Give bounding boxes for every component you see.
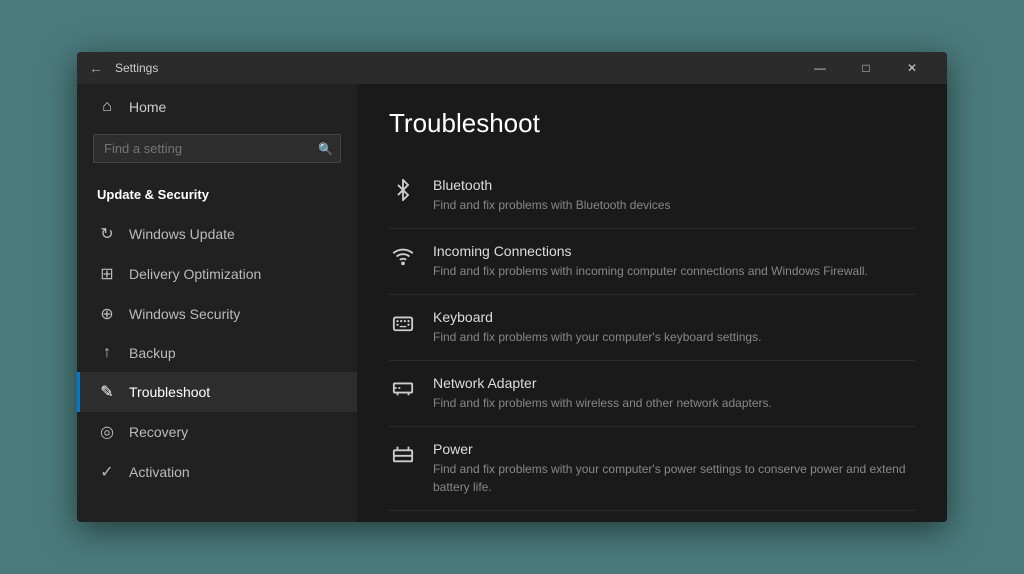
delivery-optimization-icon: ⊞ [97, 264, 117, 284]
item-name: Bluetooth [433, 177, 670, 193]
recovery-icon: ◎ [97, 422, 117, 442]
sidebar: ⌂ Home 🔍 Update & Security ↻ Windows Upd… [77, 84, 357, 522]
close-button[interactable]: ✕ [889, 52, 935, 84]
sidebar-item-label: Activation [129, 464, 190, 480]
sidebar-item-home[interactable]: ⌂ Home [77, 84, 357, 130]
sidebar-section-title: Update & Security [77, 179, 357, 214]
sidebar-item-label: Windows Security [129, 306, 240, 322]
item-desc: Find and fix problems with your computer… [433, 328, 761, 346]
titlebar: ← Settings — □ ✕ [77, 52, 947, 84]
troubleshoot-icon: ✎ [97, 382, 117, 402]
keyboard-icon [389, 311, 417, 339]
search-container: 🔍 [93, 134, 341, 163]
list-item[interactable]: Bluetooth Find and fix problems with Blu… [389, 163, 915, 229]
page-title: Troubleshoot [389, 108, 915, 139]
content-area: ⌂ Home 🔍 Update & Security ↻ Windows Upd… [77, 84, 947, 522]
sidebar-item-windows-update[interactable]: ↻ Windows Update [77, 214, 357, 254]
item-name: Incoming Connections [433, 243, 868, 259]
list-item[interactable]: Network Adapter Find and fix problems wi… [389, 361, 915, 427]
windows-update-icon: ↻ [97, 224, 117, 244]
list-item[interactable]: Power Find and fix problems with your co… [389, 427, 915, 511]
sidebar-item-activation[interactable]: ✓ Activation [77, 452, 357, 492]
bluetooth-icon [389, 179, 417, 207]
home-label: Home [129, 99, 166, 115]
troubleshoot-text: Network Adapter Find and fix problems wi… [433, 375, 772, 412]
power-icon [389, 443, 417, 471]
troubleshoot-text: Keyboard Find and fix problems with your… [433, 309, 761, 346]
minimize-button[interactable]: — [797, 52, 843, 84]
sidebar-item-windows-security[interactable]: ⊕ Windows Security [77, 294, 357, 334]
sidebar-item-troubleshoot[interactable]: ✎ Troubleshoot [77, 372, 357, 412]
item-desc: Find and fix problems with wireless and … [433, 394, 772, 412]
item-desc: Find and fix problems with Bluetooth dev… [433, 196, 670, 214]
troubleshoot-text: Power Find and fix problems with your co… [433, 441, 915, 496]
sidebar-item-label: Delivery Optimization [129, 266, 261, 282]
list-item[interactable]: Incoming Connections Find and fix proble… [389, 229, 915, 295]
back-button[interactable]: ← [89, 60, 103, 76]
list-item[interactable]: Keyboard Find and fix problems with your… [389, 295, 915, 361]
sidebar-item-label: Windows Update [129, 226, 235, 242]
sidebar-item-backup[interactable]: ↑ Backup [77, 334, 357, 372]
troubleshoot-text: Incoming Connections Find and fix proble… [433, 243, 868, 280]
list-item[interactable]: Program Compatibility Troubleshooter Fin… [389, 511, 915, 522]
item-name: Network Adapter [433, 375, 772, 391]
item-desc: Find and fix problems with incoming comp… [433, 262, 868, 280]
incoming-connections-icon [389, 245, 417, 273]
item-desc: Find and fix problems with your computer… [433, 460, 915, 496]
backup-icon: ↑ [97, 344, 117, 362]
window-controls: — □ ✕ [797, 52, 935, 84]
sidebar-item-label: Recovery [129, 424, 188, 440]
maximize-button[interactable]: □ [843, 52, 889, 84]
sidebar-item-delivery-optimization[interactable]: ⊞ Delivery Optimization [77, 254, 357, 294]
sidebar-item-label: Troubleshoot [129, 384, 210, 400]
sidebar-item-label: Backup [129, 345, 176, 361]
item-name: Keyboard [433, 309, 761, 325]
item-name: Power [433, 441, 915, 457]
sidebar-item-recovery[interactable]: ◎ Recovery [77, 412, 357, 452]
search-input[interactable] [93, 134, 341, 163]
main-content: Troubleshoot Bluetooth Find and fix prob… [357, 84, 947, 522]
network-adapter-icon [389, 377, 417, 405]
home-icon: ⌂ [97, 98, 117, 116]
settings-window: ← Settings — □ ✕ ⌂ Home 🔍 Update & Secur… [77, 52, 947, 522]
activation-icon: ✓ [97, 462, 117, 482]
troubleshoot-text: Bluetooth Find and fix problems with Blu… [433, 177, 670, 214]
titlebar-title: Settings [115, 61, 797, 75]
windows-security-icon: ⊕ [97, 304, 117, 324]
search-icon: 🔍 [318, 142, 333, 156]
